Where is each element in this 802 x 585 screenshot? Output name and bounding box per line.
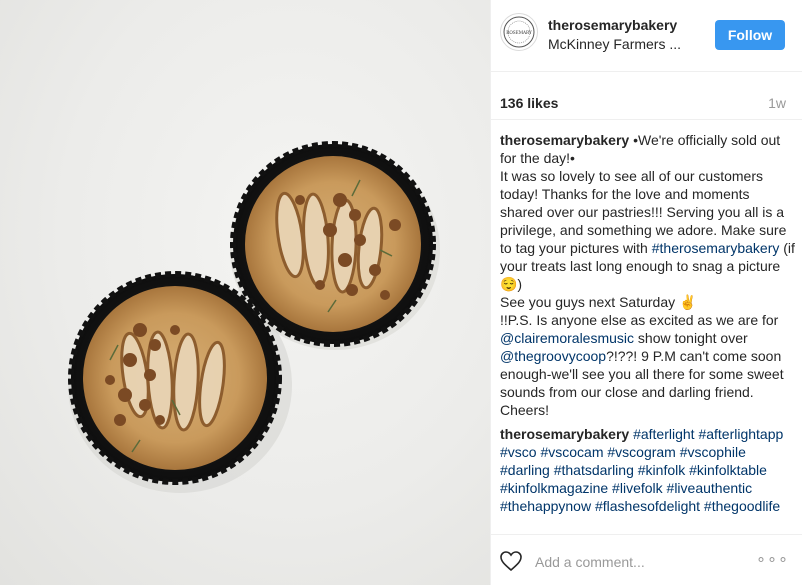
bakery-logo-icon: ROSEMARY <box>503 16 535 48</box>
heart-icon[interactable] <box>499 549 523 573</box>
location-link[interactable]: McKinney Farmers ... <box>548 36 681 52</box>
post-sidebar: ROSEMARY therosemarybakery McKinney Farm… <box>490 0 802 585</box>
follow-button[interactable]: Follow <box>715 20 785 50</box>
post-timestamp[interactable]: 1w <box>768 95 786 111</box>
tarts-image <box>68 141 440 493</box>
more-options-icon[interactable]: ∘∘∘ <box>756 549 789 569</box>
caption-text-4: See you guys next Saturday ✌ <box>500 294 697 310</box>
comment-username[interactable]: therosemarybakery <box>500 426 629 442</box>
svg-text:ROSEMARY: ROSEMARY <box>506 30 532 35</box>
comment-footer: Add a comment... ∘∘∘ <box>491 534 802 585</box>
caption-text-6: show tonight over <box>634 330 748 346</box>
hashtag-comment: therosemarybakery #afterlight #afterligh… <box>500 425 796 515</box>
username-link[interactable]: therosemarybakery <box>548 17 677 33</box>
post-container: ROSEMARY therosemarybakery McKinney Farm… <box>0 0 802 585</box>
likes-count[interactable]: 136 likes <box>500 95 558 111</box>
comments-list[interactable]: therosemarybakery •We're officially sold… <box>500 131 796 529</box>
avatar[interactable]: ROSEMARY <box>500 13 538 51</box>
mention-link[interactable]: @thegroovycoop <box>500 348 606 364</box>
post-header: ROSEMARY therosemarybakery McKinney Farm… <box>491 0 802 72</box>
divider <box>491 119 802 120</box>
post-photo[interactable] <box>0 0 490 585</box>
caption-username[interactable]: therosemarybakery <box>500 132 629 148</box>
mention-link[interactable]: @clairemoralesmusic <box>500 330 634 346</box>
add-comment-input[interactable]: Add a comment... <box>535 554 645 570</box>
hashtag-link[interactable]: #therosemarybakery <box>652 240 780 256</box>
caption-comment: therosemarybakery •We're officially sold… <box>500 131 796 419</box>
caption-text-5: !!P.S. Is anyone else as excited as we a… <box>500 312 779 328</box>
